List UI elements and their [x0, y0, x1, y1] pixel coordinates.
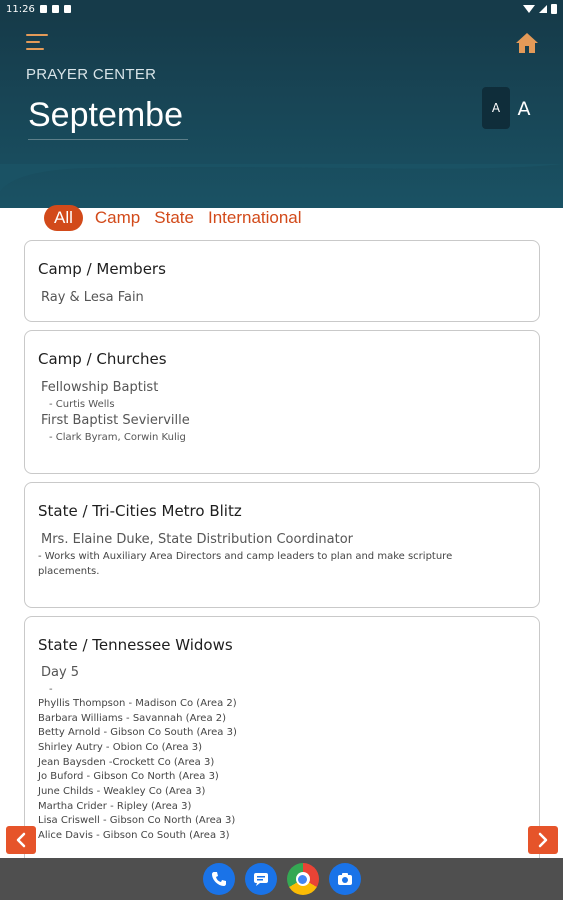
church-contact: - Curtis Wells: [49, 399, 115, 410]
card-title: State / Tri-Cities Metro Blitz: [38, 502, 242, 520]
church-name: First Baptist Sevierville: [41, 413, 190, 428]
day-dash: -: [49, 684, 53, 695]
wifi-icon: [523, 5, 535, 13]
widow-item: Shirley Autry - Obion Co (Area 3): [38, 742, 202, 753]
sim-icon: [51, 5, 59, 13]
storage-icon: [63, 5, 71, 13]
prev-arrow-icon: [16, 832, 26, 848]
widow-item: Jean Baysden -Crockett Co (Area 3): [38, 757, 215, 768]
widow-item: June Childs - Weakley Co (Area 3): [38, 786, 206, 797]
next-day-button[interactable]: [528, 826, 558, 854]
next-arrow-icon: [538, 832, 548, 848]
card-title: State / Tennessee Widows: [38, 636, 233, 654]
tab-international[interactable]: International: [206, 208, 304, 228]
phone-icon[interactable]: [202, 863, 235, 895]
prev-day-button[interactable]: [6, 826, 36, 854]
status-bar: 11:26: [0, 0, 563, 18]
widow-item: Betty Arnold - Gibson Co South (Area 3): [38, 727, 237, 738]
month-title[interactable]: Septembe: [28, 96, 188, 140]
tab-camp[interactable]: Camp: [93, 208, 142, 228]
taskbar: [0, 858, 563, 900]
card-name: Mrs. Elaine Duke, State Distribution Coo…: [41, 532, 354, 547]
filter-tabs: All Camp State International: [44, 204, 304, 232]
prayer-card-blitz[interactable]: State / Tri-Cities Metro Blitz Mrs. Elai…: [24, 482, 540, 608]
notification-icon: [39, 5, 47, 13]
card-name: Ray & Lesa Fain: [41, 290, 144, 305]
prayer-card-members[interactable]: Camp / Members Ray & Lesa Fain: [24, 240, 540, 322]
status-time: 11:26: [6, 3, 35, 15]
widow-item: Phyllis Thompson - Madison Co (Area 2): [38, 698, 237, 709]
battery-icon: [551, 4, 557, 14]
home-icon[interactable]: [515, 32, 539, 54]
prayer-card-churches[interactable]: Camp / Churches Fellowship Baptist - Cur…: [24, 330, 540, 474]
messages-icon[interactable]: [244, 863, 277, 895]
widow-item: Jo Buford - Gibson Co North (Area 3): [38, 771, 219, 782]
chrome-icon[interactable]: [286, 863, 319, 895]
card-detail: - Works with Auxiliary Area Directors an…: [38, 551, 453, 577]
widow-item: Lisa Criswell - Gibson Co North (Area 3): [38, 815, 236, 826]
section-label: PRAYER CENTER: [26, 66, 157, 83]
card-title: Camp / Churches: [38, 350, 167, 368]
font-size-small-button[interactable]: A: [482, 87, 510, 129]
church-contact: - Clark Byram, Corwin Kulig: [49, 432, 186, 443]
widow-item: Alice Davis - Gibson Co South (Area 3): [38, 830, 230, 841]
card-title: Camp / Members: [38, 260, 166, 278]
widow-item: Martha Crider - Ripley (Area 3): [38, 801, 192, 812]
widow-item: Barbara Williams - Savannah (Area 2): [38, 713, 227, 724]
camera-icon[interactable]: [328, 863, 361, 895]
church-name: Fellowship Baptist: [41, 380, 159, 395]
font-size-large-button[interactable]: A: [512, 95, 536, 123]
signal-icon: [539, 5, 547, 13]
prayer-card-widows[interactable]: State / Tennessee Widows Day 5 - Phyllis…: [24, 616, 540, 866]
tab-state[interactable]: State: [152, 208, 196, 228]
menu-icon[interactable]: [26, 34, 48, 52]
tab-all[interactable]: All: [44, 205, 83, 231]
day-label: Day 5: [41, 665, 80, 680]
